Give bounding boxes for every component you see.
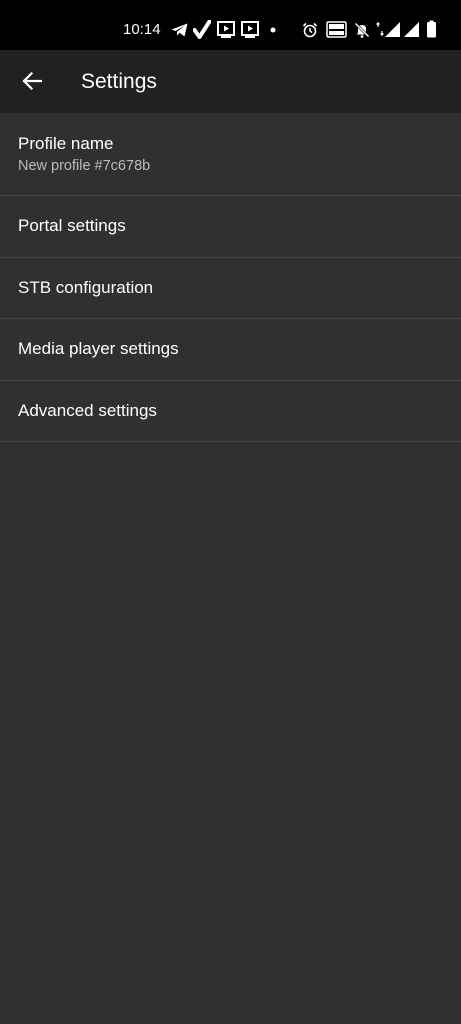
mute-icon [354, 22, 370, 38]
settings-item-label: Profile name [18, 134, 114, 153]
telegram-icon [171, 23, 188, 37]
back-button[interactable] [10, 59, 54, 103]
signal-icon [385, 22, 400, 37]
media-icon [241, 21, 259, 38]
settings-item-stb-configuration[interactable]: STB configuration [0, 258, 461, 319]
page-title: Settings [81, 70, 157, 93]
settings-item-media-player-settings[interactable]: Media player settings [0, 319, 461, 381]
arrow-back-icon [22, 72, 42, 90]
settings-item-subtitle: New profile #7c678b [18, 158, 151, 174]
settings-item-label: Advanced settings [18, 400, 157, 420]
volte-icon [326, 21, 347, 38]
status-bar: 10:14 [0, 0, 461, 50]
settings-item-label: Media player settings [18, 339, 179, 358]
alarm-icon [302, 22, 318, 38]
settings-item-advanced-settings[interactable]: Advanced settings [0, 381, 461, 442]
dot-icon [270, 27, 276, 33]
check-icon [193, 20, 211, 39]
app-bar: Settings [0, 50, 461, 113]
signal-icon [404, 22, 419, 37]
settings-list: Profile name New profile #7c678b Portal … [0, 113, 461, 442]
media-icon [217, 21, 235, 38]
status-time: 10:14 [123, 21, 161, 38]
settings-item-label: Portal settings [18, 216, 126, 235]
settings-item-profile-name[interactable]: Profile name New profile #7c678b [0, 113, 461, 196]
settings-item-label: STB configuration [18, 277, 154, 297]
battery-icon [427, 20, 436, 38]
settings-item-portal-settings[interactable]: Portal settings [0, 196, 461, 258]
